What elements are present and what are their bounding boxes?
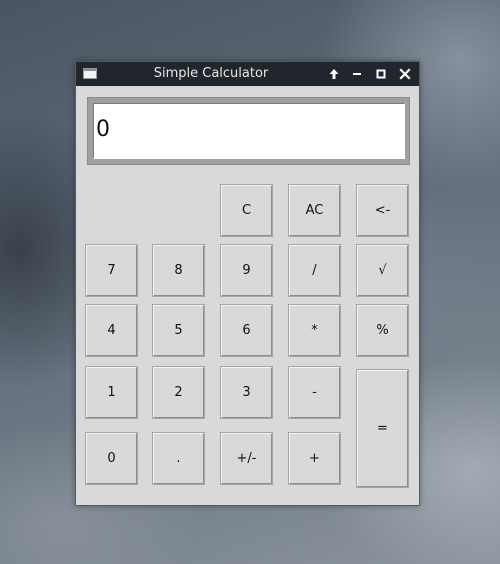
calculator-window: Simple Calculator 0 C AC <- 7 8 9 / √ 4 … bbox=[75, 61, 420, 506]
minus-button[interactable]: - bbox=[288, 366, 341, 419]
title-bar[interactable]: Simple Calculator bbox=[76, 62, 419, 86]
multiply-button[interactable]: * bbox=[288, 304, 341, 357]
square-root-button[interactable]: √ bbox=[356, 244, 409, 297]
display-frame: 0 bbox=[87, 97, 410, 165]
minimize-button[interactable] bbox=[349, 66, 365, 82]
digit-2-button[interactable]: 2 bbox=[152, 366, 205, 419]
negate-button[interactable]: +/- bbox=[220, 432, 273, 485]
digit-0-button[interactable]: 0 bbox=[85, 432, 138, 485]
clear-button[interactable]: C bbox=[220, 184, 273, 237]
keep-above-button[interactable] bbox=[326, 66, 342, 82]
maximize-button[interactable] bbox=[373, 66, 389, 82]
all-clear-button[interactable]: AC bbox=[288, 184, 341, 237]
digit-1-button[interactable]: 1 bbox=[85, 366, 138, 419]
maximize-icon bbox=[376, 69, 386, 79]
close-button[interactable] bbox=[397, 66, 413, 82]
window-title: Simple Calculator bbox=[153, 66, 269, 81]
calculator-display[interactable]: 0 bbox=[93, 103, 405, 159]
decimal-button[interactable]: . bbox=[152, 432, 205, 485]
digit-8-button[interactable]: 8 bbox=[152, 244, 205, 297]
plus-button[interactable]: + bbox=[288, 432, 341, 485]
arrow-up-icon bbox=[329, 69, 339, 79]
equals-button[interactable]: = bbox=[356, 369, 409, 488]
digit-6-button[interactable]: 6 bbox=[220, 304, 273, 357]
digit-7-button[interactable]: 7 bbox=[85, 244, 138, 297]
digit-9-button[interactable]: 9 bbox=[220, 244, 273, 297]
digit-5-button[interactable]: 5 bbox=[152, 304, 205, 357]
backspace-button[interactable]: <- bbox=[356, 184, 409, 237]
percent-button[interactable]: % bbox=[356, 304, 409, 357]
minimize-icon bbox=[353, 73, 361, 75]
divide-button[interactable]: / bbox=[288, 244, 341, 297]
close-icon bbox=[399, 68, 411, 80]
digit-3-button[interactable]: 3 bbox=[220, 366, 273, 419]
digit-4-button[interactable]: 4 bbox=[85, 304, 138, 357]
